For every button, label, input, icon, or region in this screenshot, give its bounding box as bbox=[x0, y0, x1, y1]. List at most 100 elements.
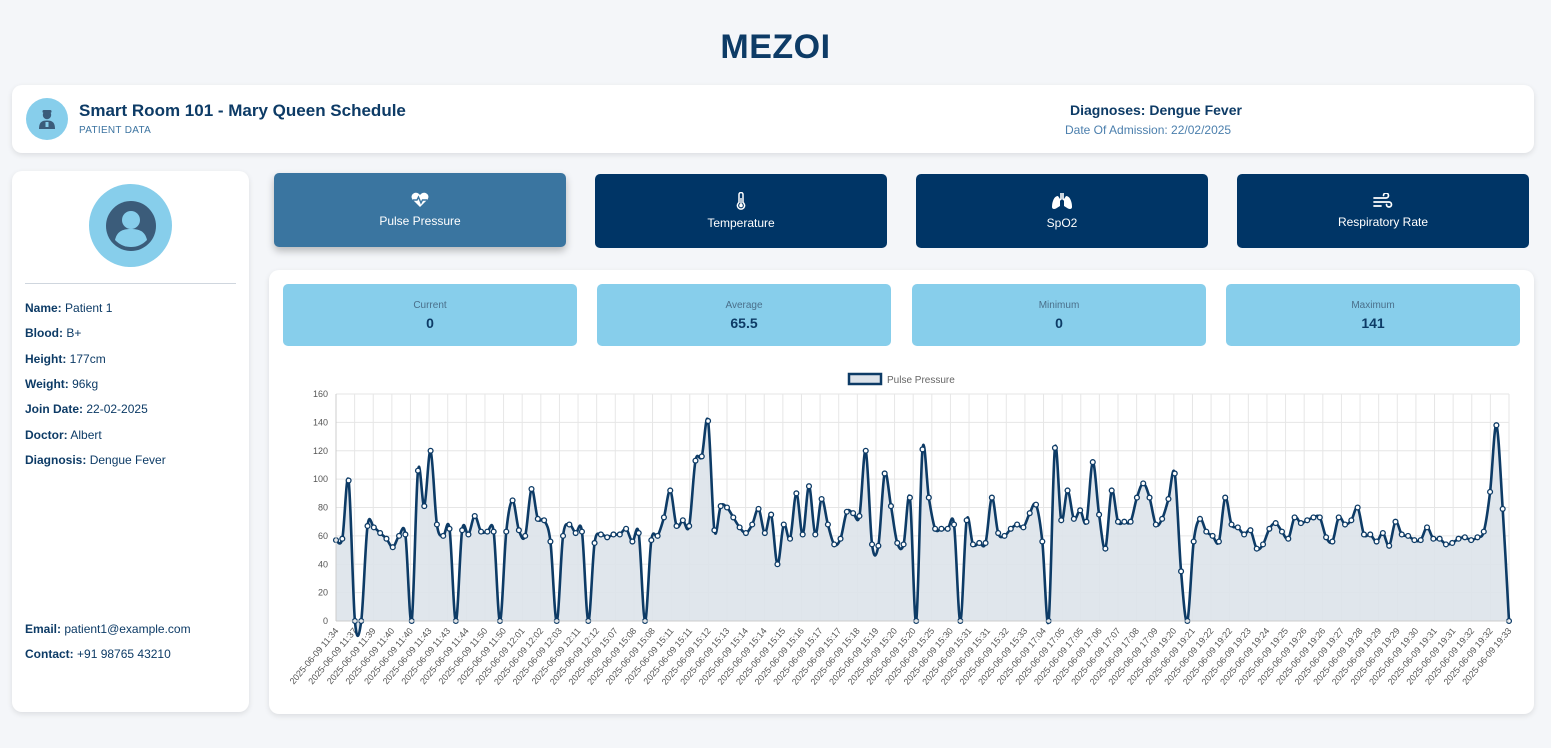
data-point bbox=[1291, 514, 1298, 521]
data-point bbox=[692, 457, 699, 464]
admission-date: Date Of Admission: 22/02/2025 bbox=[1065, 123, 1232, 137]
data-point bbox=[1209, 532, 1216, 539]
data-point bbox=[1323, 534, 1330, 541]
user-circle-icon bbox=[89, 184, 172, 267]
data-point bbox=[1398, 531, 1405, 538]
data-point bbox=[976, 539, 983, 547]
data-point bbox=[591, 539, 598, 547]
data-point bbox=[534, 515, 541, 522]
field-label: Blood: bbox=[25, 326, 63, 340]
data-point bbox=[900, 541, 907, 548]
data-point bbox=[1335, 514, 1342, 521]
data-point bbox=[1083, 518, 1090, 525]
data-point bbox=[963, 517, 970, 524]
data-point bbox=[414, 467, 422, 474]
field-label: Diagnosis: bbox=[25, 453, 87, 467]
data-point bbox=[377, 529, 384, 537]
field-label: Email: bbox=[25, 622, 62, 636]
data-point bbox=[686, 522, 693, 529]
data-point bbox=[995, 529, 1002, 537]
data-point bbox=[988, 494, 995, 501]
data-point bbox=[433, 521, 440, 528]
data-point bbox=[1468, 537, 1475, 544]
data-point bbox=[723, 504, 731, 511]
data-point bbox=[1499, 505, 1506, 512]
stat-average: Average 65.5 bbox=[597, 284, 891, 346]
data-point bbox=[635, 529, 642, 537]
pulse-pressure-button[interactable]: Pulse Pressure bbox=[274, 173, 566, 247]
data-point bbox=[1051, 444, 1058, 451]
data-point bbox=[1278, 528, 1286, 535]
y-tick-label: 0 bbox=[323, 616, 328, 626]
data-point bbox=[774, 561, 781, 568]
data-point bbox=[1367, 531, 1374, 538]
field-value: Dengue Fever bbox=[89, 453, 166, 467]
data-point bbox=[673, 522, 680, 529]
data-point bbox=[1297, 520, 1304, 527]
field-label: Height: bbox=[25, 352, 67, 366]
stat-label: Minimum bbox=[1038, 300, 1080, 311]
data-point bbox=[578, 528, 586, 535]
stat-minimum: Minimum 0 bbox=[912, 284, 1206, 346]
data-point bbox=[1304, 517, 1311, 524]
room-title: Smart Room 101 - Mary Queen Schedule bbox=[79, 101, 406, 120]
data-point bbox=[1089, 459, 1096, 466]
data-point bbox=[1152, 521, 1159, 528]
data-point bbox=[787, 535, 794, 542]
data-point bbox=[1159, 515, 1166, 522]
data-point bbox=[547, 538, 554, 545]
y-tick-label: 140 bbox=[313, 417, 328, 427]
y-tick-label: 20 bbox=[318, 588, 328, 598]
data-point bbox=[906, 494, 913, 501]
field-value: +91 98765 43210 bbox=[77, 647, 171, 661]
patient-icon bbox=[26, 98, 68, 140]
data-point bbox=[1108, 487, 1115, 494]
data-point bbox=[1102, 545, 1109, 552]
data-point bbox=[660, 514, 667, 521]
data-point bbox=[812, 531, 819, 538]
pulse-pressure-chart: 0204060801001201401602025-06-09 11:34202… bbox=[288, 372, 1514, 687]
field-value: 22-02-2025 bbox=[86, 402, 148, 416]
data-point bbox=[509, 497, 516, 504]
field-value: Albert bbox=[70, 428, 102, 442]
data-point bbox=[944, 525, 951, 532]
data-point bbox=[1285, 535, 1292, 542]
data-point bbox=[925, 494, 932, 501]
sidebar-divider bbox=[25, 283, 236, 284]
data-point bbox=[887, 503, 895, 510]
vital-label: Temperature bbox=[707, 216, 775, 230]
data-point bbox=[1026, 510, 1033, 517]
data-point bbox=[528, 486, 535, 493]
data-point bbox=[1096, 511, 1103, 518]
temperature-button[interactable]: Temperature bbox=[595, 174, 887, 248]
y-tick-label: 60 bbox=[318, 531, 328, 541]
data-point bbox=[623, 525, 630, 532]
data-point bbox=[1474, 534, 1481, 541]
data-point bbox=[1405, 532, 1412, 539]
data-point bbox=[1253, 545, 1260, 552]
data-point bbox=[440, 532, 447, 539]
data-point bbox=[597, 531, 604, 538]
patient-diagnosis-row: Diagnosis: Dengue Fever bbox=[25, 453, 166, 467]
data-point bbox=[1039, 538, 1046, 545]
app-title: MEZOI bbox=[720, 28, 831, 66]
data-point bbox=[850, 510, 857, 517]
data-point bbox=[1064, 487, 1071, 494]
data-point bbox=[938, 525, 945, 532]
data-point bbox=[1196, 515, 1204, 522]
data-point bbox=[1442, 541, 1449, 548]
data-point bbox=[742, 529, 749, 537]
respiratory-rate-button[interactable]: Respiratory Rate bbox=[1237, 174, 1529, 248]
stat-label: Maximum bbox=[1351, 300, 1395, 311]
data-point bbox=[667, 487, 674, 494]
patient-weight-row: Weight: 96kg bbox=[25, 377, 98, 391]
data-point bbox=[1360, 531, 1368, 538]
data-point bbox=[1247, 527, 1254, 534]
data-point bbox=[1007, 525, 1014, 532]
data-point bbox=[818, 495, 825, 503]
data-point bbox=[761, 529, 768, 537]
stat-value: 0 bbox=[1055, 315, 1063, 331]
data-point bbox=[383, 535, 390, 542]
stat-label: Average bbox=[725, 300, 763, 311]
spo2-button[interactable]: SpO2 bbox=[916, 174, 1208, 248]
